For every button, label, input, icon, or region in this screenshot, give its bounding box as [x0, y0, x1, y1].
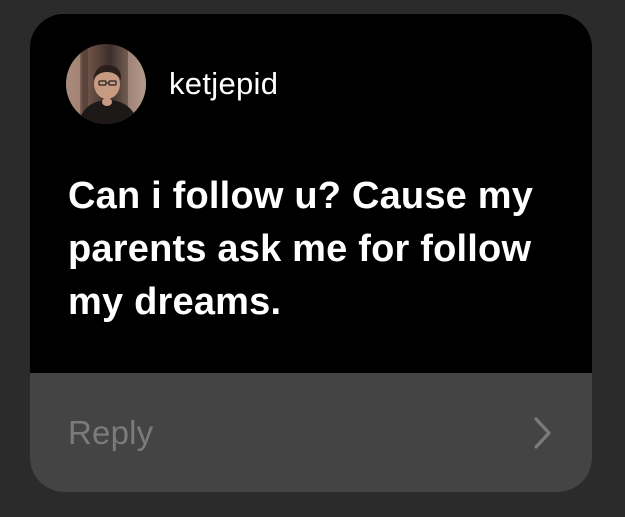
message-card: ketjepid Can i follow u? Cause my parent…	[30, 14, 592, 492]
message-text: Can i follow u? Cause my parents ask me …	[68, 175, 534, 323]
user-row: ketjepid	[66, 44, 278, 124]
username[interactable]: ketjepid	[169, 66, 278, 102]
chevron-right-icon[interactable]	[532, 416, 554, 450]
avatar-photo-icon	[66, 44, 146, 124]
message-card-body: ketjepid Can i follow u? Cause my parent…	[30, 14, 592, 373]
avatar[interactable]	[66, 44, 146, 124]
reply-input[interactable]: Reply	[30, 373, 592, 492]
reply-placeholder: Reply	[68, 413, 154, 451]
